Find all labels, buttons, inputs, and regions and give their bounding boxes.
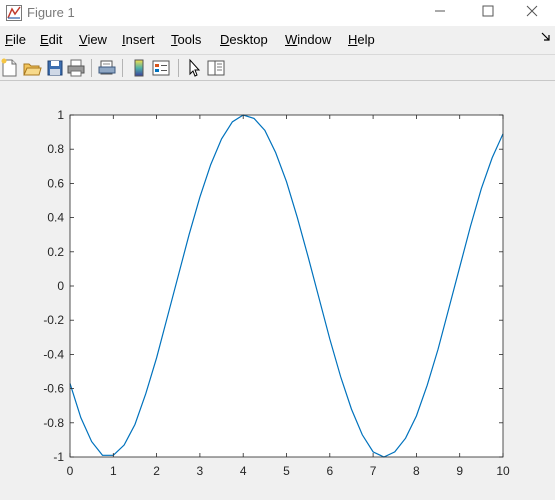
figure-canvas[interactable]: 0 1 2 3 4 5 6 7 8 9 10 -1 -0.8 -0.6 -0.4 -0.2 0 0.2 0.4 0.… [0, 81, 555, 500]
x-tick-label: 4 [240, 464, 247, 478]
maximize-button[interactable] [465, 0, 511, 26]
x-tick-label: 10 [496, 464, 510, 478]
save-icon[interactable] [45, 58, 65, 78]
print-icon[interactable] [66, 58, 86, 78]
x-tick-label: 8 [413, 464, 420, 478]
menu-desktop-rest: esktop [229, 32, 268, 47]
menu-bar: File Edit View Insert Tools Desktop Wind… [0, 29, 555, 51]
axes-background [70, 115, 503, 457]
x-tick-label: 6 [326, 464, 333, 478]
window-title: Figure 1 [27, 5, 75, 20]
menu-insert[interactable]: Insert [122, 32, 155, 47]
menu-help-rest: elp [357, 32, 375, 47]
colorbar-icon[interactable] [129, 58, 149, 78]
pointer-icon[interactable] [184, 58, 204, 78]
y-tick-label: -0.8 [43, 416, 64, 430]
menu-window-rest: indow [297, 32, 332, 47]
legend-icon[interactable] [151, 58, 171, 78]
figure-toolbar [0, 54, 555, 81]
y-tick-label: 0.2 [47, 245, 64, 259]
new-figure-icon[interactable] [0, 58, 20, 78]
close-icon [526, 4, 538, 22]
y-tick-label: 0.8 [47, 142, 64, 156]
menu-edit[interactable]: Edit [40, 32, 62, 47]
y-tick-label: 1 [57, 108, 64, 122]
y-tick-label: 0.4 [47, 211, 64, 225]
x-tick-label: 7 [370, 464, 377, 478]
toolbar-separator [178, 59, 179, 77]
menu-help[interactable]: Help [348, 32, 375, 47]
axes[interactable]: 0 1 2 3 4 5 6 7 8 9 10 -1 -0.8 -0.6 -0.4 -0.2 0 0.2 0.4 0.… [0, 81, 555, 500]
y-tick-label: -0.6 [43, 382, 64, 396]
menu-insert-rest: nsert [125, 32, 155, 47]
minimize-button[interactable] [417, 0, 463, 26]
menu-file[interactable]: File [5, 32, 26, 47]
minimize-icon [434, 4, 446, 22]
toolbar-separator [91, 59, 92, 77]
close-button[interactable] [509, 0, 555, 26]
y-tick-label: 0.6 [47, 176, 64, 190]
y-tick-label: -1 [53, 450, 64, 464]
x-tick-label: 5 [283, 464, 290, 478]
x-tick-label: 1 [110, 464, 117, 478]
y-tick-label: -0.2 [43, 313, 64, 327]
dock-figure-icon[interactable] [541, 32, 551, 45]
print-preview-icon[interactable] [97, 58, 117, 78]
property-inspector-icon[interactable] [206, 58, 226, 78]
menu-view[interactable]: View [79, 32, 107, 47]
title-bar: Figure 1 [0, 0, 555, 26]
menu-tools-rest: ools [177, 32, 202, 47]
maximize-icon [482, 4, 494, 22]
x-tick-label: 0 [67, 464, 74, 478]
x-tick-label: 9 [456, 464, 463, 478]
x-tick-label: 3 [197, 464, 204, 478]
toolbar-separator [122, 59, 123, 77]
matlab-figure-icon [6, 5, 22, 21]
y-tick-label: 0 [57, 279, 64, 293]
menu-view-rest: iew [87, 32, 107, 47]
y-tick-label: -0.4 [43, 347, 64, 361]
x-tick-label: 2 [153, 464, 160, 478]
menu-edit-rest: dit [48, 32, 63, 47]
open-file-icon[interactable] [22, 58, 42, 78]
menu-window[interactable]: Window [285, 32, 331, 47]
menu-desktop[interactable]: Desktop [220, 32, 268, 47]
menu-file-rest: ile [12, 32, 26, 47]
menu-tools[interactable]: Tools [171, 32, 201, 47]
